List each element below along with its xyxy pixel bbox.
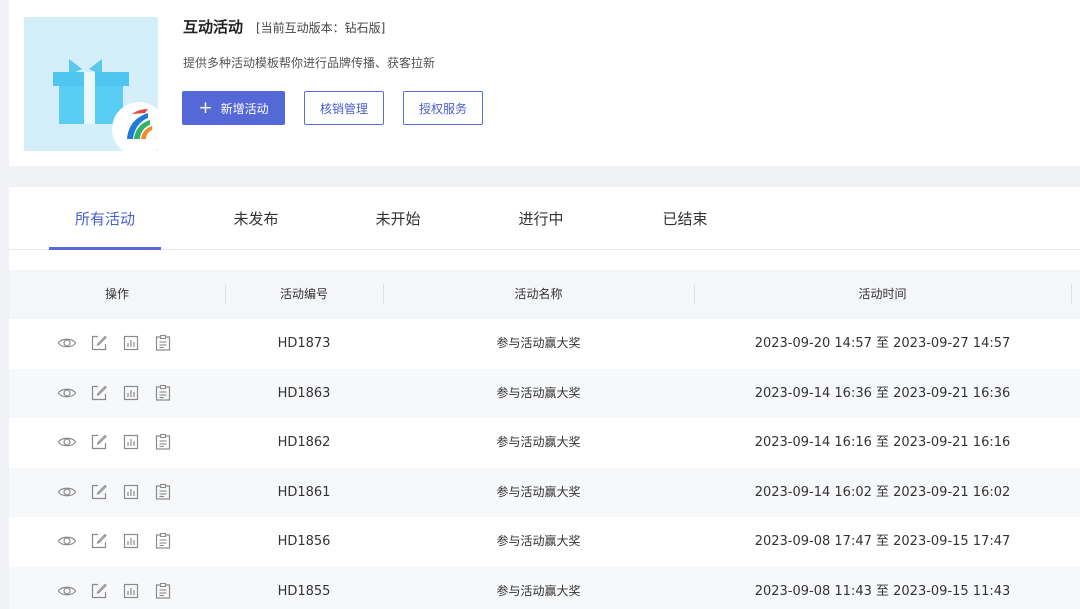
tab-ended[interactable]: 已结束	[629, 208, 741, 229]
activity-id: HD1863	[277, 385, 331, 401]
activity-name: 参与活动赢大奖	[496, 336, 581, 350]
activity-name: 参与活动赢大奖	[496, 534, 581, 548]
table-row: HD1873 参与活动赢大奖 2023-09-20 14:57 至 2023-0…	[9, 319, 1080, 369]
column-header-time: 活动时间	[858, 287, 907, 301]
auth-service-label: 授权服务	[418, 101, 467, 116]
verify-manage-label: 核销管理	[319, 101, 368, 116]
eye-icon[interactable]	[57, 432, 77, 452]
eye-icon[interactable]	[57, 482, 77, 502]
eye-icon[interactable]	[57, 581, 77, 601]
verify-manage-button[interactable]: 核销管理	[304, 91, 384, 125]
column-header-actions: 操作	[104, 287, 129, 301]
table-row: HD1861 参与活动赢大奖 2023-09-14 16:02 至 2023-0…	[9, 467, 1080, 517]
row-actions	[57, 432, 173, 452]
activity-name: 参与活动赢大奖	[496, 583, 581, 598]
chart-icon[interactable]	[121, 531, 141, 551]
activity-time: 2023-09-14 16:36 至 2023-09-21 16:36	[754, 385, 1011, 401]
gift-app-icon	[24, 17, 158, 151]
activity-name: 参与活动赢大奖	[496, 435, 581, 449]
chart-icon[interactable]	[121, 432, 141, 452]
version-label: [当前互动版本：钻石版]	[256, 21, 386, 35]
active-tab-indicator	[49, 247, 161, 250]
column-divider	[1071, 284, 1072, 304]
row-actions	[57, 482, 173, 502]
tab-not-started[interactable]: 未开始	[342, 208, 454, 229]
clipboard-icon[interactable]	[153, 432, 173, 452]
clipboard-icon[interactable]	[153, 531, 173, 551]
tab-in-progress[interactable]: 进行中	[485, 208, 597, 229]
activity-id: HD1856	[277, 534, 331, 549]
table-row: HD1863 参与活动赢大奖 2023-09-14 16:36 至 2023-0…	[9, 368, 1080, 418]
edit-icon[interactable]	[89, 531, 109, 551]
activity-id: HD1873	[277, 336, 331, 351]
activity-id: HD1862	[277, 435, 331, 450]
row-actions	[57, 383, 173, 403]
table-row: HD1862 参与活动赢大奖 2023-09-14 16:16 至 2023-0…	[9, 418, 1080, 468]
new-activity-button[interactable]: + 新增活动	[182, 91, 285, 125]
activity-time: 2023-09-14 16:16 至 2023-09-21 16:16	[754, 435, 1011, 450]
eye-icon[interactable]	[57, 531, 77, 551]
row-actions	[57, 333, 173, 353]
plus-icon: +	[198, 97, 213, 118]
column-header-name: 活动名称	[514, 287, 563, 301]
clipboard-icon[interactable]	[153, 482, 173, 502]
table-row: HD1856 参与活动赢大奖 2023-09-08 17:47 至 2023-0…	[9, 517, 1080, 567]
auth-service-button[interactable]: 授权服务	[403, 91, 483, 125]
new-activity-label: 新增活动	[220, 101, 269, 116]
clipboard-icon[interactable]	[153, 581, 173, 601]
row-actions	[57, 531, 173, 551]
row-actions	[57, 581, 173, 601]
chart-icon[interactable]	[121, 333, 141, 353]
activity-time: 2023-09-20 14:57 至 2023-09-27 14:57	[754, 336, 1011, 351]
activity-header-card: 互动活动 [当前互动版本：钻石版] 提供多种活动模板帮你进行品牌传播、获客拉新 …	[9, 0, 1080, 166]
edit-icon[interactable]	[89, 581, 109, 601]
eye-icon[interactable]	[57, 383, 77, 403]
chart-icon[interactable]	[121, 383, 141, 403]
clipboard-icon[interactable]	[153, 383, 173, 403]
table-header: 操作 活动编号 活动名称 活动时间	[9, 270, 1080, 319]
activity-id: HD1855	[277, 583, 331, 599]
activity-name: 参与活动赢大奖	[496, 385, 581, 400]
tab-unpublished[interactable]: 未发布	[200, 208, 312, 229]
page-title: 互动活动	[183, 18, 244, 36]
activity-time: 2023-09-08 17:47 至 2023-09-15 17:47	[754, 534, 1011, 549]
edit-icon[interactable]	[89, 432, 109, 452]
chart-icon[interactable]	[121, 581, 141, 601]
activity-id: HD1861	[277, 484, 331, 500]
activity-time: 2023-09-14 16:02 至 2023-09-21 16:02	[754, 484, 1011, 500]
edit-icon[interactable]	[89, 333, 109, 353]
table-row: HD1855 参与活动赢大奖 2023-09-08 11:43 至 2023-0…	[9, 566, 1080, 609]
status-tabs: 所有活动 未发布 未开始 进行中 已结束	[9, 187, 1080, 250]
tab-all[interactable]: 所有活动	[49, 208, 161, 229]
eye-icon[interactable]	[57, 333, 77, 353]
chart-icon[interactable]	[121, 482, 141, 502]
page-description: 提供多种活动模板帮你进行品牌传播、获客拉新	[183, 56, 436, 70]
activity-list-card: 所有活动 未发布 未开始 进行中 已结束 操作 活动编号 活动名称 活动时间 H…	[9, 187, 1080, 609]
edit-icon[interactable]	[89, 482, 109, 502]
column-header-id: 活动编号	[279, 287, 328, 301]
edit-icon[interactable]	[89, 383, 109, 403]
activity-time: 2023-09-08 11:43 至 2023-09-15 11:43	[754, 583, 1011, 599]
activity-name: 参与活动赢大奖	[496, 484, 581, 499]
clipboard-icon[interactable]	[153, 333, 173, 353]
